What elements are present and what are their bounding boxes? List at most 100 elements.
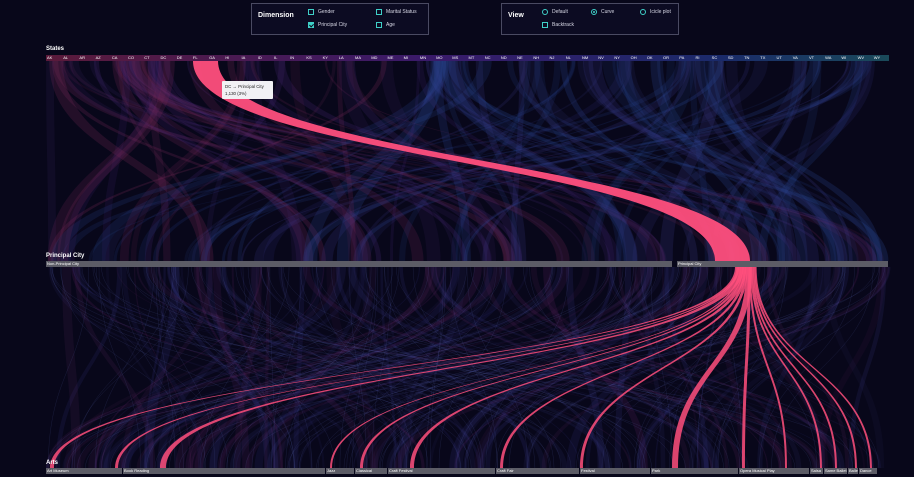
state-mt[interactable]: MT (468, 55, 484, 61)
arts-category-dance[interactable]: Dance (859, 468, 878, 474)
gender-label: Gender (318, 9, 335, 15)
state-sd[interactable]: SD (727, 55, 743, 61)
state-ok[interactable]: OK (646, 55, 662, 61)
state-ia[interactable]: IA (241, 55, 257, 61)
default-label: Default (552, 9, 568, 15)
states-dimension-title: States (46, 46, 65, 52)
state-tx[interactable]: TX (759, 55, 775, 61)
marital-status-label: Marital Status (386, 9, 417, 15)
state-hi[interactable]: HI (224, 55, 240, 61)
state-co[interactable]: CO (127, 55, 143, 61)
arts-category-park[interactable]: Park (651, 468, 739, 474)
state-nh[interactable]: NH (532, 55, 548, 61)
state-ks[interactable]: KS (305, 55, 321, 61)
state-md[interactable]: MD (370, 55, 386, 61)
state-sc[interactable]: SC (711, 55, 727, 61)
state-ri[interactable]: RI (694, 55, 710, 61)
state-al[interactable]: AL (62, 55, 78, 61)
hover-tooltip: DC → Principal City 1,130 (3%) (222, 81, 273, 99)
dimension-option-marital-status[interactable]: Marital Status (376, 9, 417, 15)
backtrack-label: Backtrack (552, 22, 574, 28)
state-vt[interactable]: VT (808, 55, 824, 61)
state-nm[interactable]: NM (581, 55, 597, 61)
tooltip-title: DC → Principal City (225, 84, 264, 89)
state-pa[interactable]: PA (678, 55, 694, 61)
state-or[interactable]: OR (662, 55, 678, 61)
backtrack-checkbox[interactable] (542, 22, 548, 28)
dimension-panel: Dimension Gender Marital Status Principa… (251, 3, 429, 35)
arts-category-art-museum[interactable]: Art Museum (46, 468, 123, 474)
state-nd[interactable]: ND (500, 55, 516, 61)
view-option-backtrack[interactable]: Backtrack (542, 22, 574, 28)
dimension-option-principal-city[interactable]: Principal City (308, 22, 347, 28)
state-ms[interactable]: MS (451, 55, 467, 61)
principal-city-dimension-title: Principal City (46, 253, 85, 259)
state-il[interactable]: IL (273, 55, 289, 61)
state-mo[interactable]: MO (435, 55, 451, 61)
state-ny[interactable]: NY (613, 55, 629, 61)
dimension-panel-title: Dimension (258, 12, 294, 19)
state-nv[interactable]: NV (597, 55, 613, 61)
state-az[interactable]: AZ (95, 55, 111, 61)
icicle-plot-radio[interactable] (640, 9, 646, 15)
state-nc[interactable]: NC (484, 55, 500, 61)
state-wv[interactable]: WV (857, 55, 873, 61)
state-ak[interactable]: AK (46, 55, 62, 61)
curve-radio[interactable] (591, 9, 597, 15)
state-fl[interactable]: FL (192, 55, 208, 61)
state-ut[interactable]: UT (776, 55, 792, 61)
state-oh[interactable]: OH (630, 55, 646, 61)
arts-category-craft-festival[interactable]: Craft Festival (388, 468, 496, 474)
state-ga[interactable]: GA (208, 55, 224, 61)
state-mn[interactable]: MN (419, 55, 435, 61)
state-dc[interactable]: DC (159, 55, 175, 61)
arts-category-salsa[interactable]: Salsa (810, 468, 824, 474)
arts-category-opera-musical-play[interactable]: Opera Musical Play (739, 468, 810, 474)
arts-category-same-ballet[interactable]: Same Ballet (824, 468, 848, 474)
state-wi[interactable]: WI (840, 55, 856, 61)
state-la[interactable]: LA (338, 55, 354, 61)
gender-checkbox[interactable] (308, 9, 314, 15)
state-ne[interactable]: NE (516, 55, 532, 61)
arts-category-classical[interactable]: Classical (355, 468, 388, 474)
state-ky[interactable]: KY (322, 55, 338, 61)
state-nj[interactable]: NJ (549, 55, 565, 61)
age-label: Age (386, 22, 395, 28)
state-ca[interactable]: CA (111, 55, 127, 61)
view-panel-title: View (508, 12, 524, 19)
category-non-principal-city[interactable]: Non-Principal City (46, 261, 673, 267)
parallel-sets-canvas (46, 55, 891, 469)
view-option-curve[interactable]: Curve (591, 9, 614, 15)
arts-category-craft-fair[interactable]: Craft Fair (496, 468, 580, 474)
marital-status-checkbox[interactable] (376, 9, 382, 15)
arts-category-book-reading[interactable]: Book Reading (123, 468, 326, 474)
state-nl[interactable]: NL (565, 55, 581, 61)
state-me[interactable]: ME (386, 55, 402, 61)
state-ct[interactable]: CT (143, 55, 159, 61)
state-in[interactable]: IN (289, 55, 305, 61)
principal-city-checkbox[interactable] (308, 22, 314, 28)
default-radio[interactable] (542, 9, 548, 15)
principal-city-label: Principal City (318, 22, 348, 28)
view-option-icicle-plot[interactable]: Icicle plot (640, 9, 671, 15)
arts-category-festival[interactable]: Festival (580, 468, 651, 474)
dimension-option-gender[interactable]: Gender (308, 9, 335, 15)
arts-dimension-title: Arts (46, 460, 59, 466)
icicle-plot-label: Icicle plot (650, 9, 671, 15)
age-checkbox[interactable] (376, 22, 382, 28)
state-ar[interactable]: AR (78, 55, 94, 61)
dimension-option-age[interactable]: Age (376, 22, 395, 28)
state-de[interactable]: DE (176, 55, 192, 61)
state-mi[interactable]: MI (403, 55, 419, 61)
state-wa[interactable]: WA (824, 55, 840, 61)
view-option-default[interactable]: Default (542, 9, 568, 15)
state-wy[interactable]: WY (873, 55, 889, 61)
arts-category-ballet[interactable]: Ballet (848, 468, 859, 474)
curve-label: Curve (601, 9, 615, 15)
arts-category-jazz[interactable]: Jazz (326, 468, 355, 474)
state-va[interactable]: VA (792, 55, 808, 61)
state-id[interactable]: ID (257, 55, 273, 61)
state-ma[interactable]: MA (354, 55, 370, 61)
state-tn[interactable]: TN (743, 55, 759, 61)
category-principal-city[interactable]: Principal City (677, 261, 889, 267)
